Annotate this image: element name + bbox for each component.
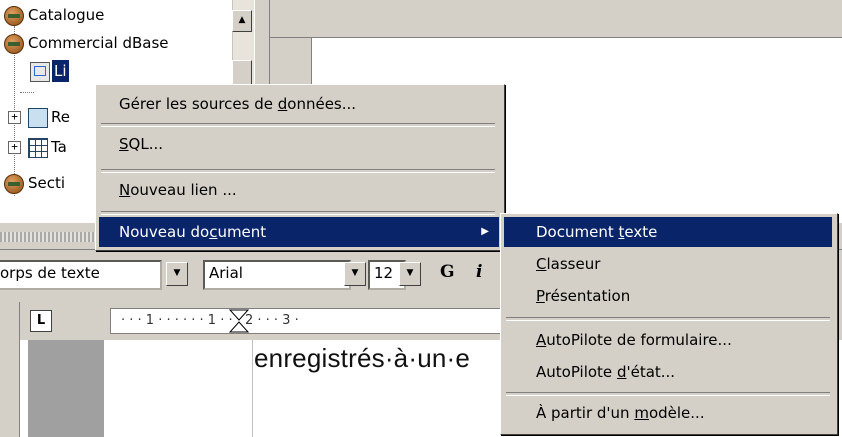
chevron-down-icon[interactable]: ▼ [166,262,188,286]
menu-separator [101,211,495,215]
table-icon [28,138,48,158]
tab-stop-type-icon[interactable]: L [30,310,52,332]
font-name-value: Arial [209,264,243,282]
submenu-item-from-template[interactable]: À partir d'un modèle... [504,398,832,428]
submenu-item-spreadsheet[interactable]: Classeur [504,249,832,279]
tree-item-label: Ta [51,138,67,156]
menu-item-manage-sources[interactable]: Gérer les sources de données... [99,89,497,119]
tree-item-label: Secti [28,174,66,192]
bold-button[interactable]: G [440,262,455,282]
menu-separator [506,317,830,321]
expand-icon[interactable]: + [8,111,21,124]
page-background [28,340,104,437]
tree-item-label: Catalogue [28,6,105,24]
menu-separator [101,123,495,127]
submenu-item-report-wizard[interactable]: AutoPilote d'état... [504,357,832,387]
new-document-submenu: Document texte Classeur Présentation Aut… [500,213,838,435]
database-icon [4,34,24,54]
tree-connector [20,92,34,93]
indent-marker-icon[interactable] [228,309,250,333]
expand-icon[interactable]: + [8,141,21,154]
link-icon [30,62,50,82]
font-name-select[interactable]: Arial [203,260,351,290]
submenu-item-text-document[interactable]: Document texte [504,217,832,247]
chevron-down-icon[interactable]: ▼ [399,262,421,286]
vertical-ruler [0,302,20,437]
paragraph-style-value: orps de texte [0,264,100,282]
tree-item-label: Li [52,60,69,82]
tree-item-label: Commercial dBase [28,34,169,52]
chevron-down-icon[interactable]: ▼ [344,262,366,286]
separator-grip[interactable] [0,232,95,242]
submenu-item-form-wizard[interactable]: AutoPilote de formulaire... [504,325,832,355]
context-menu: Gérer les sources de données... SQL... N… [95,84,505,251]
menu-item-sql[interactable]: SQL... [99,129,497,159]
font-size-value: 12 [374,264,394,282]
scroll-up-arrow-icon[interactable]: ▲ [232,10,252,32]
italic-button[interactable]: i [476,262,482,282]
menu-item-new-document[interactable]: Nouveau document ▶ [99,217,499,247]
horizontal-ruler[interactable]: · · · 1 · · · · · · 1 · · · 2 · · · 3 · [110,308,510,334]
text-boundary [252,340,253,437]
menu-separator [101,169,495,173]
submenu-arrow-icon: ▶ [481,226,489,237]
grid-column-header [270,0,842,38]
query-icon [28,108,48,128]
tree-item-label: Re [51,108,70,126]
menu-separator [506,392,830,396]
document-text[interactable]: enregistrés·à·un·e [254,343,470,374]
paragraph-style-select[interactable]: orps de texte [0,260,162,290]
submenu-item-presentation[interactable]: Présentation [504,281,832,311]
menu-item-new-link[interactable]: Nouveau lien ... [99,175,497,205]
database-icon [4,174,24,194]
database-icon [4,6,24,26]
